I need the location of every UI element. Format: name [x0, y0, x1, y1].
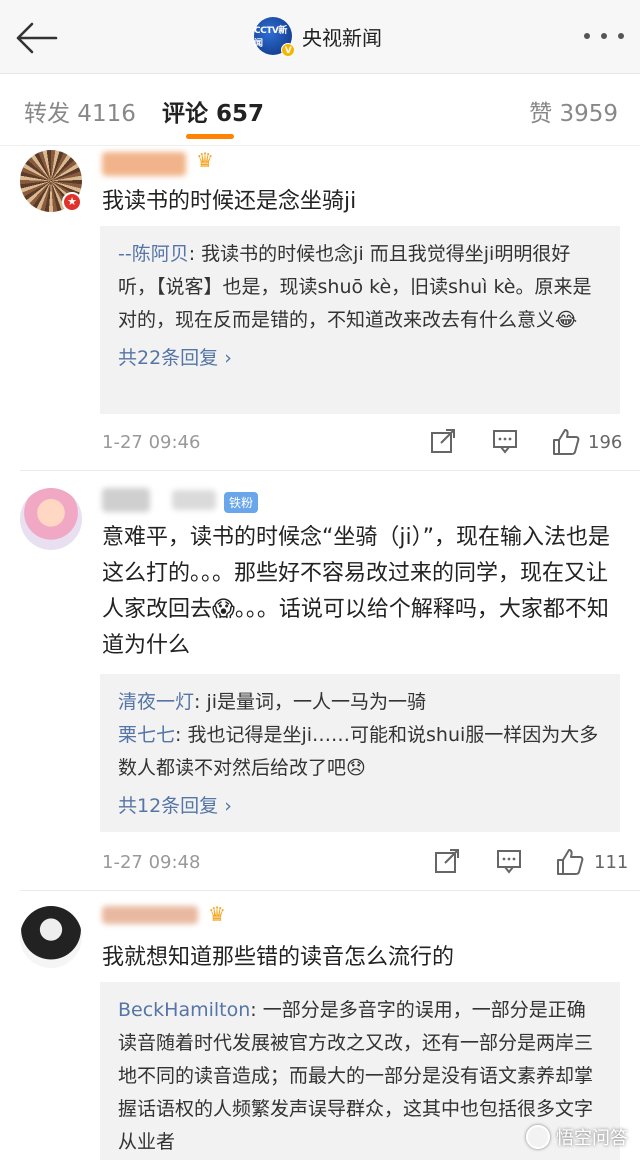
user-level-star-icon: ★	[62, 192, 82, 212]
tab-reposts[interactable]: 转发 4116	[24, 94, 136, 128]
view-more-replies-link[interactable]: 共12条回复 ›	[118, 791, 232, 818]
fan-badge: 铁粉	[224, 492, 259, 513]
comment-divider	[20, 470, 640, 471]
reply-preview-box[interactable]: 清夜一灯: ji是量词，一人一马为一骑 栗七七: 我也记得是坐ji……可能和说s…	[100, 674, 620, 832]
reply-line: --陈阿贝: 我读书的时候也念ji 而且我觉得坐ji明明很好听，【说客】也是，现…	[118, 238, 602, 337]
reply-text: : 一部分是多音字的误用，一部分是正确读音随着时代发展被官方改之又改，还有一部分…	[118, 999, 594, 1153]
watermark: 悟空问答	[526, 1124, 628, 1150]
repost-icon[interactable]	[434, 848, 460, 878]
commenter-name-blurred[interactable]	[102, 906, 198, 924]
wukong-logo-icon	[526, 1125, 550, 1149]
reply-author[interactable]: BeckHamilton	[118, 999, 250, 1021]
comment-timestamp: 1-27 09:46	[102, 432, 201, 453]
comment-meta-row: 1-27 09:46 196	[102, 428, 622, 458]
like-thumb-icon[interactable]	[556, 848, 584, 880]
reply-line: 栗七七: 我也记得是坐ji……可能和说shui服一样因为大多数人都读不对然后给改…	[118, 719, 602, 785]
commenter-name-blurred[interactable]	[102, 152, 186, 176]
commenter-name-blurred[interactable]	[102, 488, 150, 512]
reply-text: : ji是量词，一人一马为一骑	[194, 691, 427, 713]
like-count: 111	[594, 852, 629, 873]
more-options-icon[interactable]	[584, 28, 624, 44]
comment-reply-icon[interactable]	[496, 848, 522, 878]
reply-text: : 我读书的时候也念ji 而且我觉得坐ji明明很好听，【说客】也是，现读shuō…	[118, 243, 592, 331]
comment-reply-icon[interactable]	[492, 428, 518, 458]
comment-text: 我就想知道那些错的读音怎么流行的	[102, 945, 455, 970]
repost-icon[interactable]	[430, 428, 456, 458]
tab-likes[interactable]: 赞 3959	[529, 94, 618, 128]
like-count: 196	[588, 432, 623, 453]
vip-crown-icon: ♛	[196, 148, 214, 172]
account-header[interactable]: CCTV新闻 V 央视新闻	[254, 16, 382, 57]
reply-text: : 我也记得是坐ji……可能和说shui服一样因为大多数人都读不对然后给改了吧😞	[118, 724, 599, 779]
active-tab-indicator	[186, 134, 234, 139]
watermark-text: 悟空问答	[556, 1128, 628, 1149]
like-thumb-icon[interactable]	[552, 428, 580, 460]
verified-badge-icon: V	[281, 43, 295, 57]
reply-line: 清夜一灯: ji是量词，一人一马为一骑	[118, 686, 602, 719]
commenter-avatar[interactable]	[20, 488, 82, 550]
reply-preview-box[interactable]: --陈阿贝: 我读书的时候也念ji 而且我觉得坐ji明明很好听，【说客】也是，现…	[100, 226, 620, 414]
comment-timestamp: 1-27 09:48	[102, 852, 201, 873]
vip-crown-icon: ♛	[208, 902, 226, 926]
back-arrow-icon[interactable]	[14, 20, 58, 56]
comment-text: 意难平，读书的时候念“坐骑（ji）”，现在输入法也是这么打的。。。那些好不容易改…	[102, 525, 611, 658]
comment-text: 我读书的时候还是念坐骑ji	[102, 189, 357, 214]
reply-author[interactable]: 清夜一灯	[118, 691, 194, 713]
comment-divider	[20, 890, 640, 891]
reply-author[interactable]: 栗七七	[118, 724, 175, 746]
view-more-replies-link[interactable]: 共22条回复 ›	[118, 343, 232, 370]
tab-comments[interactable]: 评论 657	[162, 94, 264, 128]
commenter-name-blurred[interactable]	[172, 490, 216, 510]
top-navigation-bar: CCTV新闻 V 央视新闻	[0, 0, 640, 74]
commenter-avatar[interactable]	[20, 906, 82, 968]
account-name[interactable]: 央视新闻	[302, 22, 382, 51]
account-avatar[interactable]: CCTV新闻 V	[254, 17, 295, 57]
comment-meta-row: 1-27 09:48 111	[102, 848, 628, 880]
tab-bar: 转发 4116 评论 657 赞 3959	[0, 74, 640, 146]
reply-author[interactable]: --陈阿贝	[118, 243, 189, 265]
